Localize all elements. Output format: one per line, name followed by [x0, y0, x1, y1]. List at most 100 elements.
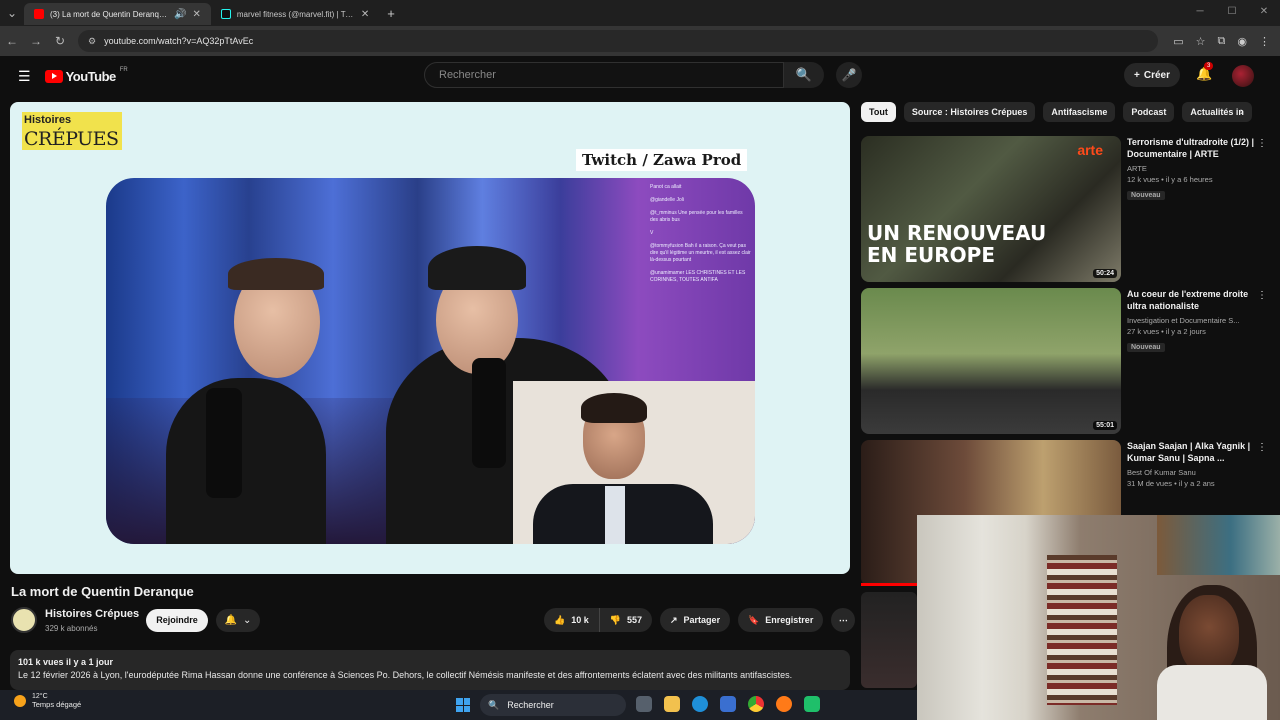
more-actions-button[interactable]: ⋯ [831, 608, 856, 632]
more-options-icon[interactable]: ⋮ [1257, 290, 1267, 301]
video-player[interactable]: Histoires CRÉPUES Twitch / Zawa Prod Pan… [10, 102, 850, 574]
video-overlay-title: Twitch / Zawa Prod [576, 149, 748, 171]
recommended-video[interactable]: arte UN RENOUVEAU EN EUROPE 50:24 Terror… [861, 136, 1271, 282]
reload-icon[interactable]: ↻ [48, 34, 72, 48]
chevron-right-icon[interactable]: › [1240, 106, 1244, 118]
maximize-icon[interactable]: ☐ [1216, 0, 1248, 24]
youtube-logo[interactable]: YouTube FR [44, 66, 128, 84]
dislike-button[interactable]: 👎 557 [599, 608, 652, 632]
create-button[interactable]: + Créer [1124, 63, 1180, 87]
windows-start-icon[interactable] [456, 698, 470, 712]
more-options-icon[interactable]: ⋮ [1257, 442, 1267, 453]
account-avatar[interactable] [1232, 65, 1254, 87]
share-label: Partager [683, 615, 721, 625]
voice-search-button[interactable]: 🎤 [836, 62, 862, 88]
streamer-right-cap [428, 246, 526, 290]
taskbar-search[interactable]: 🔍 Rechercher [480, 694, 626, 716]
subscription-bell-button[interactable]: 🔔 ⌄ [216, 609, 260, 632]
subscriber-count: 329 k abonnés [45, 624, 98, 633]
watch-progress-bar [861, 583, 917, 586]
taskbar-apps [636, 696, 820, 712]
recommended-video[interactable]: 55:01 Au coeur de l'extreme droite ultra… [861, 288, 1271, 434]
site-info-icon[interactable]: ⚙ [88, 36, 96, 47]
bookmark-icon: 🔖 [748, 614, 760, 625]
back-icon[interactable]: ← [0, 34, 24, 48]
window-controls: ─ ☐ ✕ [1184, 0, 1280, 24]
podcast-mic-left [206, 388, 242, 498]
tab-list-icon[interactable]: ⌄ [0, 6, 24, 20]
hamburger-menu-icon[interactable]: ☰ [18, 68, 31, 85]
cast-icon[interactable]: ▭ [1173, 35, 1183, 48]
new-badge: Nouveau [1127, 343, 1165, 352]
tab-tiktok[interactable]: marvel fitness (@marvel.fit) | TikTok ✕ [211, 3, 379, 25]
chip-podcast[interactable]: Podcast [1123, 102, 1175, 122]
chat-message: @t_mminus Une pensée pour les familles d… [650, 210, 743, 223]
chat-message: Panot ca allait [650, 184, 682, 190]
chat-message: @tommyfusion Bah il a raison. Ça veut pa… [650, 243, 751, 263]
rec-title[interactable]: Saajan Saajan | Alka Yagnik | Kumar Sanu… [1127, 440, 1257, 464]
channel-name[interactable]: Histoires Crépues [45, 608, 139, 620]
description-text: Le 12 février 2026 à Lyon, l'eurodéputée… [18, 670, 793, 680]
more-options-icon[interactable]: ⋮ [1257, 138, 1267, 149]
youtube-header: ☰ YouTube FR Rechercher 🔍 🎤 + Créer 🔔 3 [0, 56, 1280, 96]
forward-icon[interactable]: → [24, 34, 48, 48]
rec-channel[interactable]: Investigation et Documentaire S... [1127, 316, 1257, 325]
like-button[interactable]: 👍 10 k [544, 608, 600, 632]
chip-source[interactable]: Source : Histoires Crépues [903, 102, 1036, 122]
logo-text: YouTube [65, 68, 117, 84]
video-description[interactable]: 101 k vues il y a 1 jour Le 12 février 2… [10, 650, 850, 690]
tiktok-favicon-icon [220, 9, 231, 19]
search-icon: 🔍 [795, 67, 813, 82]
chrome-icon[interactable] [748, 696, 764, 712]
speaker-icon[interactable]: 🔊 [174, 9, 186, 20]
rec-channel[interactable]: Best Of Kumar Sanu [1127, 468, 1257, 477]
tab-youtube[interactable]: (3) La mort de Quentin Deranque - YouTub… [24, 3, 211, 25]
menu-icon[interactable]: ⋮ [1259, 35, 1270, 48]
minimize-icon[interactable]: ─ [1184, 0, 1216, 24]
video-thumbnail[interactable]: 55:01 [861, 288, 1121, 434]
profile-icon[interactable]: ◉ [1237, 35, 1247, 48]
join-button[interactable]: Rejoindre [146, 609, 208, 632]
search-icon: 🔍 [488, 699, 500, 710]
save-label: Enregistrer [765, 615, 814, 625]
bookmark-star-icon[interactable]: ☆ [1196, 35, 1206, 48]
weather-widget[interactable]: 12°C Temps dégagé [14, 693, 81, 709]
search-button[interactable]: 🔍 [784, 62, 824, 88]
thumbs-down-icon: 👎 [609, 614, 621, 625]
extensions-icon[interactable]: ⧉ [1218, 35, 1226, 48]
browser-toolbar: ← → ↻ ⚙ youtube.com/watch?v=AQ32pTtAvEc … [0, 26, 1280, 56]
firefox-icon[interactable] [776, 696, 792, 712]
video-info: Saajan Saajan | Alka Yagnik | Kumar Sanu… [1127, 440, 1257, 488]
file-explorer-icon[interactable] [664, 696, 680, 712]
channel-brand-logo: Histoires CRÉPUES [22, 112, 122, 150]
store-icon[interactable] [720, 696, 736, 712]
address-bar[interactable]: ⚙ youtube.com/watch?v=AQ32pTtAvEc [78, 30, 1158, 52]
temperature: 12°C [32, 693, 48, 700]
bell-icon: 🔔 [224, 615, 238, 626]
channel-avatar[interactable] [11, 607, 37, 633]
task-view-icon[interactable] [636, 696, 652, 712]
chip-all[interactable]: Tout [861, 102, 896, 122]
close-tab-icon[interactable]: ✕ [192, 9, 200, 20]
close-tab-icon[interactable]: ✕ [361, 9, 369, 20]
country-code: FR [119, 66, 128, 73]
notifications-button[interactable]: 🔔 3 [1196, 62, 1214, 82]
share-button[interactable]: ↗ Partager [660, 608, 731, 632]
close-window-icon[interactable]: ✕ [1248, 0, 1280, 24]
stream-chat: Panot ca allait @giandelle Joli @t_mminu… [646, 178, 755, 378]
rec-title[interactable]: Au coeur de l'extreme droite ultra natio… [1127, 288, 1257, 312]
chip-antifascisme[interactable]: Antifascisme [1043, 102, 1116, 122]
search-input[interactable]: Rechercher [424, 62, 784, 88]
chevron-down-icon: ⌄ [243, 615, 252, 626]
microphone-icon: 🎤 [841, 68, 857, 82]
thumb-text: UN RENOUVEAU EN EUROPE [867, 221, 1047, 267]
save-button[interactable]: 🔖 Enregistrer [738, 608, 824, 632]
video-thumbnail[interactable] [861, 592, 917, 688]
rec-title[interactable]: Terrorisme d'ultradroite (1/2) | Documen… [1127, 136, 1257, 160]
duration-badge: 55:01 [1093, 421, 1117, 430]
app-icon[interactable] [804, 696, 820, 712]
new-tab-icon[interactable]: + [387, 6, 395, 21]
video-thumbnail[interactable]: arte UN RENOUVEAU EN EUROPE 50:24 [861, 136, 1121, 282]
edge-icon[interactable] [692, 696, 708, 712]
rec-channel[interactable]: ARTE [1127, 164, 1257, 173]
